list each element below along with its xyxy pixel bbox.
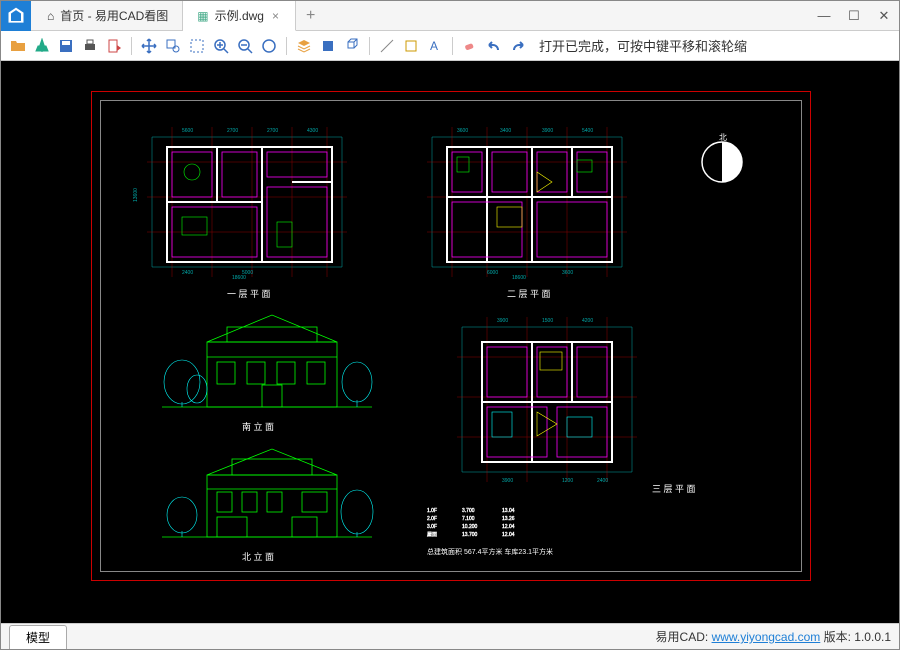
erase-button[interactable] (459, 35, 481, 57)
zoom-window-button[interactable] (162, 35, 184, 57)
canvas-area[interactable]: 5600 2700 2700 4300 18600 13600 2400 5000 一… (1, 61, 899, 623)
text-button[interactable]: A (424, 35, 446, 57)
svg-text:2.0F: 2.0F (427, 516, 437, 522)
svg-text:3900: 3900 (497, 318, 508, 324)
palm-button[interactable] (31, 35, 53, 57)
svg-text:A: A (430, 39, 438, 53)
svg-text:5000: 5000 (242, 270, 253, 276)
pan-button[interactable] (138, 35, 160, 57)
elevation-south (152, 307, 382, 417)
new-tab-button[interactable]: + (296, 7, 325, 25)
close-icon[interactable]: × (270, 9, 281, 23)
svg-text:屋面: 屋面 (427, 532, 437, 538)
svg-text:3.0F: 3.0F (427, 524, 437, 530)
redo-button[interactable] (507, 35, 529, 57)
tab-home[interactable]: ⌂ 首页 - 易用CAD看图 (33, 1, 183, 31)
svg-text:12.04: 12.04 (502, 524, 515, 530)
svg-text:1200: 1200 (562, 478, 573, 484)
svg-text:10.200: 10.200 (462, 524, 478, 530)
svg-text:北: 北 (719, 133, 727, 142)
floor-plan-2: 3600 3400 3900 5400 18600 6000 3600 (412, 122, 642, 282)
measure-line-button[interactable] (376, 35, 398, 57)
app-logo (1, 1, 31, 31)
drawing-border: 5600 2700 2700 4300 18600 13600 2400 5000 一… (91, 91, 811, 581)
zoom-extents-button[interactable] (186, 35, 208, 57)
svg-text:7.100: 7.100 (462, 516, 475, 522)
status-text: 打开已完成，可按中键平移和滚轮缩 (539, 36, 747, 55)
drawing-icon: ▦ (197, 9, 208, 23)
svg-text:2700: 2700 (267, 128, 278, 134)
svg-text:3900: 3900 (502, 478, 513, 484)
area-text: 总建筑面积 567.4平方米 车库23.1平方米 (427, 547, 553, 557)
svg-text:6000: 6000 (487, 270, 498, 276)
svg-text:3400: 3400 (500, 128, 511, 134)
elev-north-label: 北 立 面 (242, 550, 274, 563)
zoom-all-button[interactable] (258, 35, 280, 57)
info-table: 1.0F 3.700 13.04 2.0F 7.100 13.26 3.0F 10.200… (422, 502, 582, 547)
svg-text:1500: 1500 (542, 318, 553, 324)
sheet-tab-model[interactable]: 模型 (9, 625, 67, 649)
undo-button[interactable] (483, 35, 505, 57)
toolbar: A 打开已完成，可按中键平移和滚轮缩 (1, 31, 899, 61)
zoom-out-button[interactable] (234, 35, 256, 57)
tab-label: 首页 - 易用CAD看图 (60, 7, 168, 24)
svg-text:4200: 4200 (582, 318, 593, 324)
svg-text:13600: 13600 (133, 188, 139, 202)
svg-text:13.26: 13.26 (502, 516, 515, 522)
svg-text:3900: 3900 (542, 128, 553, 134)
elevation-north (152, 437, 382, 547)
maximize-button[interactable]: ☐ (839, 1, 869, 31)
zoom-in-button[interactable] (210, 35, 232, 57)
floor-plan-1: 56002700 27004300 18600 13600 24005000 (132, 122, 362, 282)
svg-text:5600: 5600 (182, 128, 193, 134)
svg-text:2700: 2700 (227, 128, 238, 134)
tab-label: 示例.dwg (215, 7, 264, 24)
floor2-label: 二 层 平 面 (507, 287, 551, 300)
open-button[interactable] (7, 35, 29, 57)
block-button[interactable] (317, 35, 339, 57)
footer-info: 易用CAD: www.yiyongcad.com 版本: 1.0.0.1 (656, 628, 891, 645)
compass-icon: 北 (692, 132, 752, 192)
svg-text:13.700: 13.700 (462, 532, 478, 538)
svg-text:3600: 3600 (457, 128, 468, 134)
svg-text:4300: 4300 (307, 128, 318, 134)
floor-plan-3: 3900 1500 4200 3900 1200 2400 (442, 312, 652, 487)
close-button[interactable]: ✕ (869, 1, 899, 31)
home-icon: ⌂ (47, 9, 54, 23)
window-controls: — ☐ ✕ (809, 1, 899, 31)
print-button[interactable] (79, 35, 101, 57)
export-button[interactable] (103, 35, 125, 57)
3d-button[interactable] (341, 35, 363, 57)
elev-south-label: 南 立 面 (242, 420, 274, 433)
save-button[interactable] (55, 35, 77, 57)
floor1-label: 一 层 平 面 (227, 287, 271, 300)
svg-text:1.0F: 1.0F (427, 508, 437, 514)
svg-text:2400: 2400 (182, 270, 193, 276)
bottom-bar: 模型 易用CAD: www.yiyongcad.com 版本: 1.0.0.1 (1, 623, 899, 649)
measure-rect-button[interactable] (400, 35, 422, 57)
svg-text:13.04: 13.04 (502, 508, 515, 514)
titlebar: ⌂ 首页 - 易用CAD看图 ▦ 示例.dwg × + — ☐ ✕ (1, 1, 899, 31)
svg-text:3600: 3600 (562, 270, 573, 276)
svg-text:2400: 2400 (597, 478, 608, 484)
svg-text:5400: 5400 (582, 128, 593, 134)
website-link[interactable]: www.yiyongcad.com (712, 630, 821, 644)
svg-text:12.04: 12.04 (502, 532, 515, 538)
minimize-button[interactable]: — (809, 1, 839, 31)
layers-button[interactable] (293, 35, 315, 57)
svg-text:18600: 18600 (512, 275, 526, 281)
floor3-label: 三 层 平 面 (652, 482, 696, 495)
tab-drawing[interactable]: ▦ 示例.dwg × (183, 1, 296, 31)
svg-text:3.700: 3.700 (462, 508, 475, 514)
